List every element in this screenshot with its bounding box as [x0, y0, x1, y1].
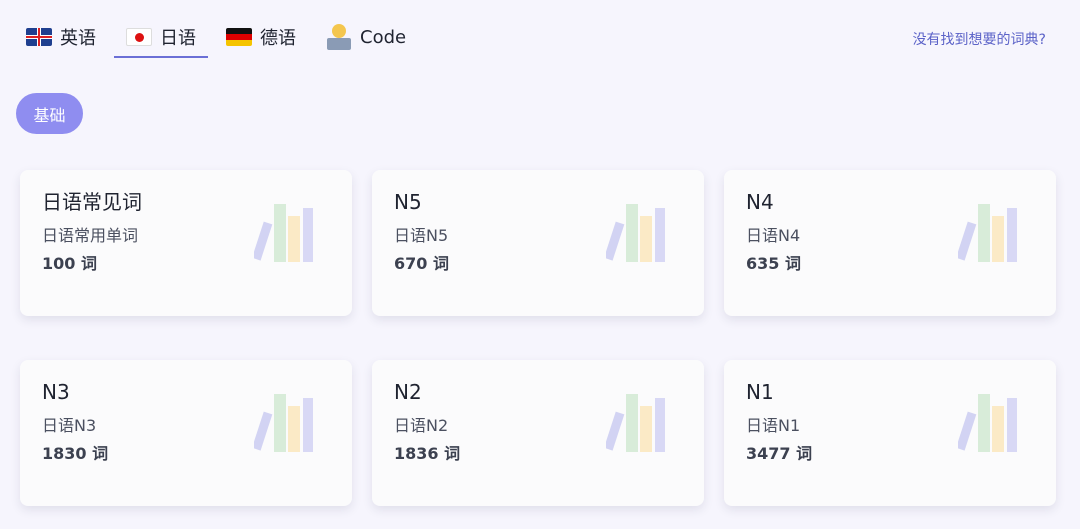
- books-icon: [254, 394, 313, 452]
- germany-flag-icon: [226, 28, 252, 46]
- dictionary-card[interactable]: N5 日语N5 670 词: [372, 170, 704, 316]
- language-tabs: 英语 日语 德语 Code: [24, 18, 408, 58]
- dictionary-grid: 日语常见词 日语常用单词 100 词 N5 日语N5 670 词 N4 日语N4…: [20, 170, 1056, 506]
- category-pill-basic[interactable]: 基础: [16, 93, 83, 134]
- books-icon: [254, 204, 313, 262]
- books-icon: [606, 204, 665, 262]
- tab-label: 日语: [160, 28, 196, 49]
- missing-dictionary-link[interactable]: 没有找到想要的词典?: [913, 29, 1046, 49]
- uk-flag-icon: [26, 28, 52, 46]
- tab-japanese[interactable]: 日语: [114, 18, 208, 58]
- tab-label: 英语: [60, 28, 96, 49]
- dictionary-card[interactable]: 日语常见词 日语常用单词 100 词: [20, 170, 352, 316]
- tab-label: 德语: [260, 28, 296, 49]
- dictionary-card[interactable]: N3 日语N3 1830 词: [20, 360, 352, 506]
- tab-english[interactable]: 英语: [24, 18, 98, 56]
- tab-code[interactable]: Code: [324, 18, 408, 56]
- coder-emoji-icon: [326, 24, 352, 50]
- books-icon: [958, 204, 1017, 262]
- tab-label: Code: [360, 26, 407, 48]
- tab-german[interactable]: 德语: [224, 18, 298, 56]
- books-icon: [958, 394, 1017, 452]
- books-icon: [606, 394, 665, 452]
- japan-flag-icon: [126, 28, 152, 46]
- dictionary-card[interactable]: N2 日语N2 1836 词: [372, 360, 704, 506]
- dictionary-card[interactable]: N4 日语N4 635 词: [724, 170, 1056, 316]
- dictionary-card[interactable]: N1 日语N1 3477 词: [724, 360, 1056, 506]
